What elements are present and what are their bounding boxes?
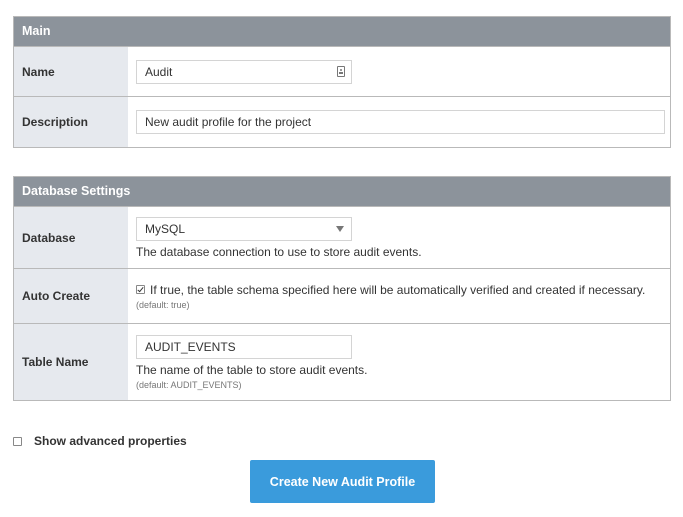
dropdown-arrow-icon — [336, 225, 344, 232]
show-advanced-label[interactable]: Show advanced properties — [34, 434, 187, 448]
description-input[interactable] — [136, 110, 665, 134]
auto-create-content: If true, the table schema specified here… — [128, 269, 670, 323]
main-section-header: Main — [14, 17, 670, 46]
database-help-text: The database connection to use to store … — [136, 244, 422, 259]
table-name-row: Table Name The name of the table to stor… — [14, 323, 670, 400]
database-section-header: Database Settings — [14, 177, 670, 206]
database-content: MySQL The database connection to use to … — [128, 207, 670, 268]
table-name-label: Table Name — [14, 324, 128, 400]
database-settings-panel: Database Settings Database MySQL The dat… — [13, 176, 671, 401]
table-name-content: The name of the table to store audit eve… — [128, 324, 670, 400]
name-label: Name — [14, 47, 128, 96]
name-input[interactable] — [136, 59, 352, 84]
database-select[interactable]: MySQL — [136, 216, 352, 241]
auto-create-checkbox[interactable] — [136, 285, 145, 294]
main-panel: Main Name Description — [13, 16, 671, 148]
show-advanced-toggle[interactable]: Show advanced properties — [13, 434, 187, 448]
description-label: Description — [14, 97, 128, 147]
show-advanced-checkbox[interactable] — [13, 436, 22, 446]
create-audit-profile-button[interactable]: Create New Audit Profile — [250, 460, 435, 503]
name-input-wrapper — [136, 59, 352, 84]
table-name-input[interactable] — [136, 334, 352, 359]
description-content — [128, 97, 673, 147]
database-selected-value: MySQL — [145, 221, 186, 236]
auto-create-help-text: If true, the table schema specified here… — [150, 282, 646, 297]
auto-create-default-text: (default: true) — [136, 299, 190, 310]
table-name-default-text: (default: AUDIT_EVENTS) — [136, 379, 242, 390]
table-name-help-text: The name of the table to store audit eve… — [136, 362, 368, 377]
auto-create-label: Auto Create — [14, 269, 128, 323]
database-row: Database MySQL The database connection t… — [14, 206, 670, 268]
auto-create-checkbox-line: If true, the table schema specified here… — [136, 283, 662, 297]
database-label: Database — [14, 207, 128, 268]
name-row: Name — [14, 46, 670, 96]
contact-card-icon[interactable] — [337, 65, 345, 77]
name-content — [128, 47, 670, 96]
auto-create-row: Auto Create If true, the table schema sp… — [14, 268, 670, 323]
description-row: Description — [14, 96, 670, 147]
